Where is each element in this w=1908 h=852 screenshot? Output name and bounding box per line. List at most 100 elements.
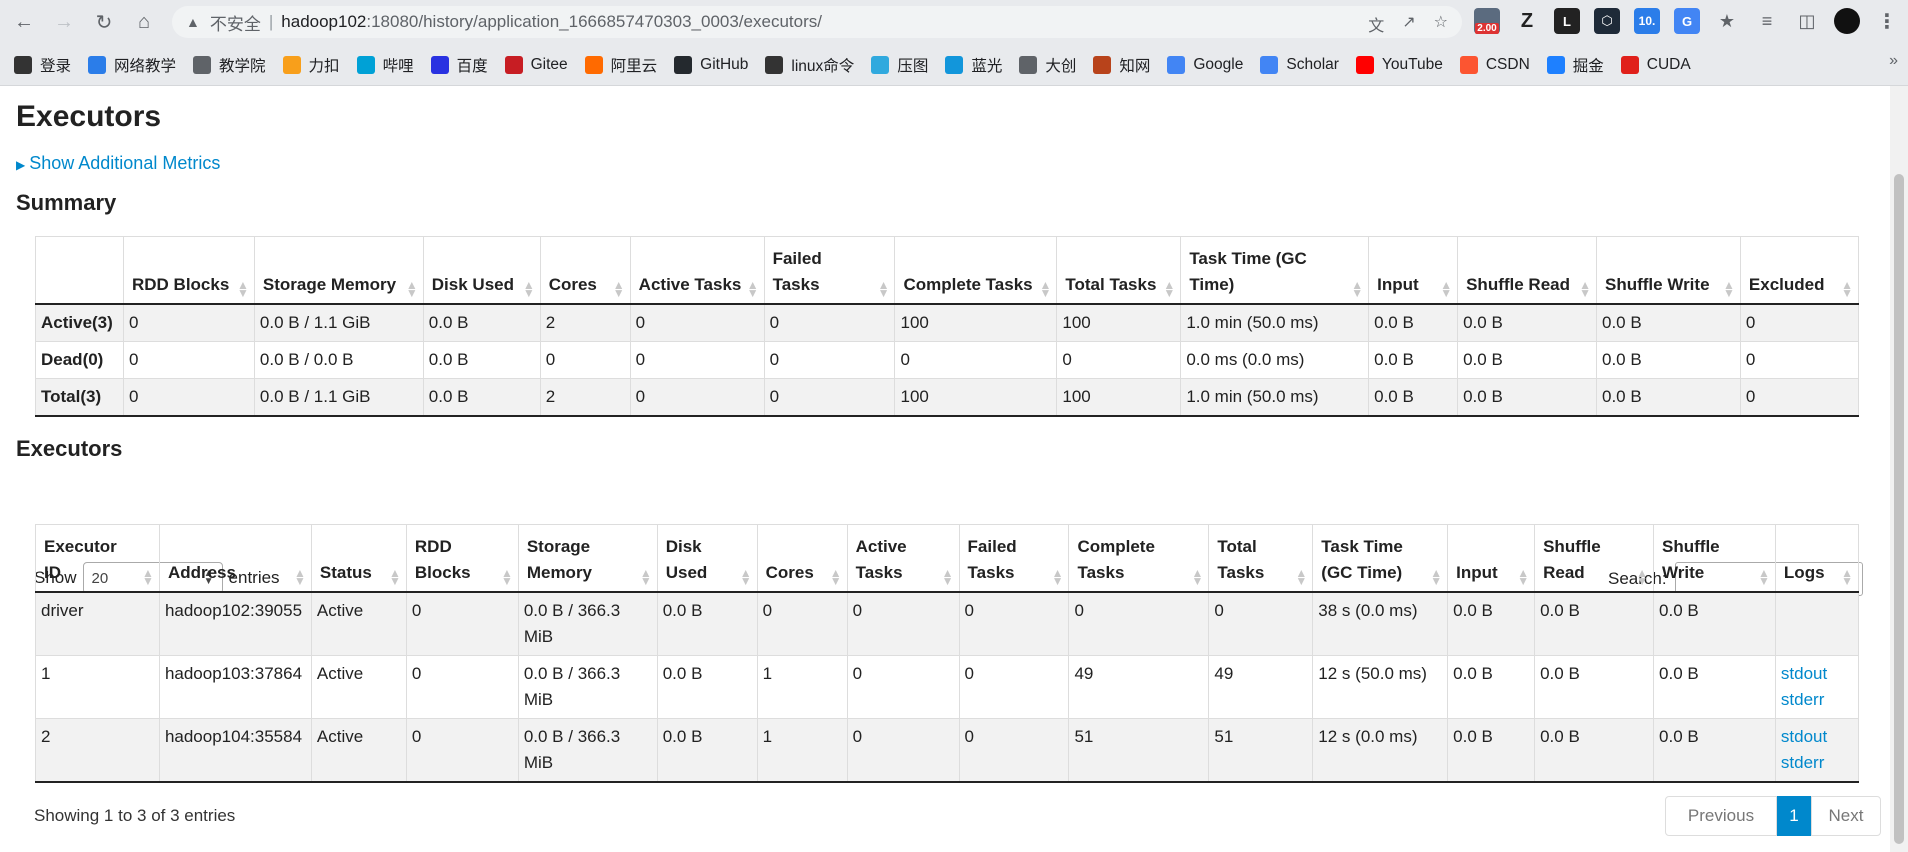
executors-header-task-time-gc-time[interactable]: Task Time (GC Time) ▲ ▼ xyxy=(1312,524,1449,593)
stderr-link[interactable]: stderr xyxy=(1781,750,1853,776)
bookmark-9[interactable]: linux命令 xyxy=(765,54,854,76)
ten-extension-icon[interactable]: 10. xyxy=(1634,8,1660,34)
bookmark-19[interactable]: CUDA xyxy=(1620,55,1691,74)
previous-page-button[interactable]: Previous xyxy=(1665,796,1777,836)
star-icon[interactable]: ☆ xyxy=(1434,12,1448,36)
bookmark-18[interactable]: 掘金 xyxy=(1546,54,1604,76)
summary-header-failed-tasks[interactable]: Failed Tasks ▲ ▼ xyxy=(763,236,896,305)
executors-header-shuffle-read[interactable]: Shuffle Read ▲ ▼ xyxy=(1534,524,1655,593)
executors-header-status[interactable]: Status ▲ ▼ xyxy=(310,524,407,593)
google-icon xyxy=(1167,55,1186,74)
stdout-link[interactable]: stdout xyxy=(1781,661,1853,687)
zotero-extension-icon[interactable]: Z xyxy=(1514,8,1540,34)
summary-header-cores[interactable]: Cores ▲ ▼ xyxy=(539,236,631,305)
lastpass-extension-icon[interactable]: L xyxy=(1554,8,1580,34)
sort-icon: ▲ ▼ xyxy=(1295,566,1308,588)
ext-badge: 2.00 xyxy=(1475,23,1499,34)
summary-header-shuffle-write[interactable]: Shuffle Write ▲ ▼ xyxy=(1596,236,1741,305)
summary-header-active-tasks[interactable]: Active Tasks ▲ ▼ xyxy=(629,236,765,305)
next-page-button[interactable]: Next xyxy=(1811,796,1881,836)
header-label: Shuffle Write xyxy=(1662,537,1720,582)
header-label: Shuffle Read xyxy=(1466,275,1570,294)
executor-cell-address: hadoop104:35584 xyxy=(158,718,312,783)
summary-header-rdd-blocks[interactable]: RDD Blocks ▲ ▼ xyxy=(122,236,255,305)
bookmark-16[interactable]: YouTube xyxy=(1355,55,1443,74)
back-icon[interactable]: ← xyxy=(10,8,38,36)
executors-header-logs[interactable]: Logs ▲ ▼ xyxy=(1774,524,1860,593)
bookmark-5[interactable]: 百度 xyxy=(430,54,488,76)
sort-icon: ▲ ▼ xyxy=(639,566,652,588)
header-label: Task Time (GC Time) xyxy=(1321,537,1403,582)
google-translate-extension-icon[interactable]: G xyxy=(1674,8,1700,34)
executors-header-disk-used[interactable]: Disk Used ▲ ▼ xyxy=(656,524,758,593)
summary-header-row-label[interactable] xyxy=(35,236,124,305)
forward-icon[interactable]: → xyxy=(50,8,78,36)
executors-header-cores[interactable]: Cores ▲ ▼ xyxy=(756,524,848,593)
bookmark-4[interactable]: 哔哩 xyxy=(356,54,414,76)
summary-cell-complete-tasks: 100 xyxy=(894,378,1058,417)
page-scrollbar[interactable] xyxy=(1890,86,1908,852)
summary-header-excluded[interactable]: Excluded ▲ ▼ xyxy=(1739,236,1860,305)
summary-cell-total-tasks: 100 xyxy=(1056,303,1182,342)
bookmark-17[interactable]: CSDN xyxy=(1459,55,1530,74)
bookmark-8[interactable]: GitHub xyxy=(674,55,748,74)
bookmark-7[interactable]: 阿里云 xyxy=(584,54,657,76)
executor-cell-address: hadoop103:37864 xyxy=(158,655,312,719)
executors-header-rdd-blocks[interactable]: RDD Blocks ▲ ▼ xyxy=(405,524,519,593)
header-label: Address xyxy=(167,563,236,582)
summary-header-input[interactable]: Input ▲ ▼ xyxy=(1368,236,1459,305)
reload-icon[interactable]: ↻ xyxy=(90,8,118,36)
page-1-button[interactable]: 1 xyxy=(1777,796,1811,836)
summary-header-task-time-gc-time[interactable]: Task Time (GC Time) ▲ ▼ xyxy=(1180,236,1370,305)
executors-header-active-tasks[interactable]: Active Tasks ▲ ▼ xyxy=(846,524,960,593)
bookmark-11[interactable]: 蓝光 xyxy=(945,54,1002,76)
executors-header-input[interactable]: Input ▲ ▼ xyxy=(1447,524,1536,593)
menu-icon[interactable]: ⋮ xyxy=(1874,8,1900,34)
executors-header-address[interactable]: Address ▲ ▼ xyxy=(158,524,312,593)
bookmark-2[interactable]: 教学院 xyxy=(193,54,266,76)
bookmark-0[interactable]: 登录 xyxy=(14,54,71,76)
stdout-link[interactable]: stdout xyxy=(1781,724,1853,750)
summary-header-total-tasks[interactable]: Total Tasks ▲ ▼ xyxy=(1056,236,1182,305)
hex-extension-icon[interactable]: ⬡ xyxy=(1594,8,1620,34)
bookmark-3[interactable]: 力扣 xyxy=(282,54,340,76)
header-label: Complete Tasks xyxy=(903,275,1033,294)
bookmark-13[interactable]: 知网 xyxy=(1093,54,1150,76)
summary-cell-cores: 0 xyxy=(539,341,631,379)
executors-header-complete-tasks[interactable]: Complete Tasks ▲ ▼ xyxy=(1068,524,1210,593)
puzzle-icon[interactable]: ★ xyxy=(1714,8,1740,34)
summary-header-storage-memory[interactable]: Storage Memory ▲ ▼ xyxy=(253,236,424,305)
header-label: Executor ID xyxy=(44,537,117,582)
summary-header-shuffle-read[interactable]: Shuffle Read ▲ ▼ xyxy=(1457,236,1597,305)
reading-list-icon[interactable]: ≡ xyxy=(1754,8,1780,34)
bookmark-1[interactable]: 网络教学 xyxy=(88,54,176,76)
bookmark-15[interactable]: Scholar xyxy=(1260,55,1339,74)
executors-header-total-tasks[interactable]: Total Tasks ▲ ▼ xyxy=(1208,524,1314,593)
translate-icon[interactable]: 文 xyxy=(1368,12,1384,36)
stderr-link[interactable]: stderr xyxy=(1781,687,1853,713)
bookmark-12[interactable]: 大创 xyxy=(1019,54,1076,76)
executors-header-failed-tasks[interactable]: Failed Tasks ▲ ▼ xyxy=(958,524,1070,593)
executors-header-shuffle-write[interactable]: Shuffle Write ▲ ▼ xyxy=(1653,524,1776,593)
more-bookmarks-icon[interactable]: » xyxy=(1889,52,1898,70)
side-panel-icon[interactable]: ◫ xyxy=(1794,8,1820,34)
media-extension-icon[interactable]: 2.00 xyxy=(1474,8,1500,34)
bookmark-label: CUDA xyxy=(1646,55,1691,73)
executors-header-executor-id[interactable]: Executor ID ▲ ▼ xyxy=(35,524,160,593)
home-icon[interactable]: ⌂ xyxy=(130,8,158,36)
summary-header-complete-tasks[interactable]: Complete Tasks ▲ ▼ xyxy=(894,236,1058,305)
summary-cell-active-tasks: 0 xyxy=(629,378,765,417)
executors-header-storage-memory[interactable]: Storage Memory ▲ ▼ xyxy=(517,524,658,593)
header-label: Storage Memory xyxy=(262,275,397,294)
address-bar[interactable]: ▲ 不安全 | hadoop102:18080/history/applicat… xyxy=(172,6,1462,38)
share-icon[interactable]: ↗ xyxy=(1402,12,1415,36)
bookmark-14[interactable]: Google xyxy=(1167,55,1243,74)
show-additional-metrics-link[interactable]: ▶ Show Additional Metrics xyxy=(16,153,220,174)
summary-header-disk-used[interactable]: Disk Used ▲ ▼ xyxy=(422,236,541,305)
bookmark-6[interactable]: Gitee xyxy=(504,55,568,74)
header-label: Active Tasks xyxy=(855,537,907,582)
bookmark-10[interactable]: 压图 xyxy=(871,54,928,76)
sort-icon: ▲ ▼ xyxy=(1351,278,1364,300)
scrollbar-thumb[interactable] xyxy=(1894,174,1904,844)
profile-avatar[interactable] xyxy=(1834,8,1860,34)
